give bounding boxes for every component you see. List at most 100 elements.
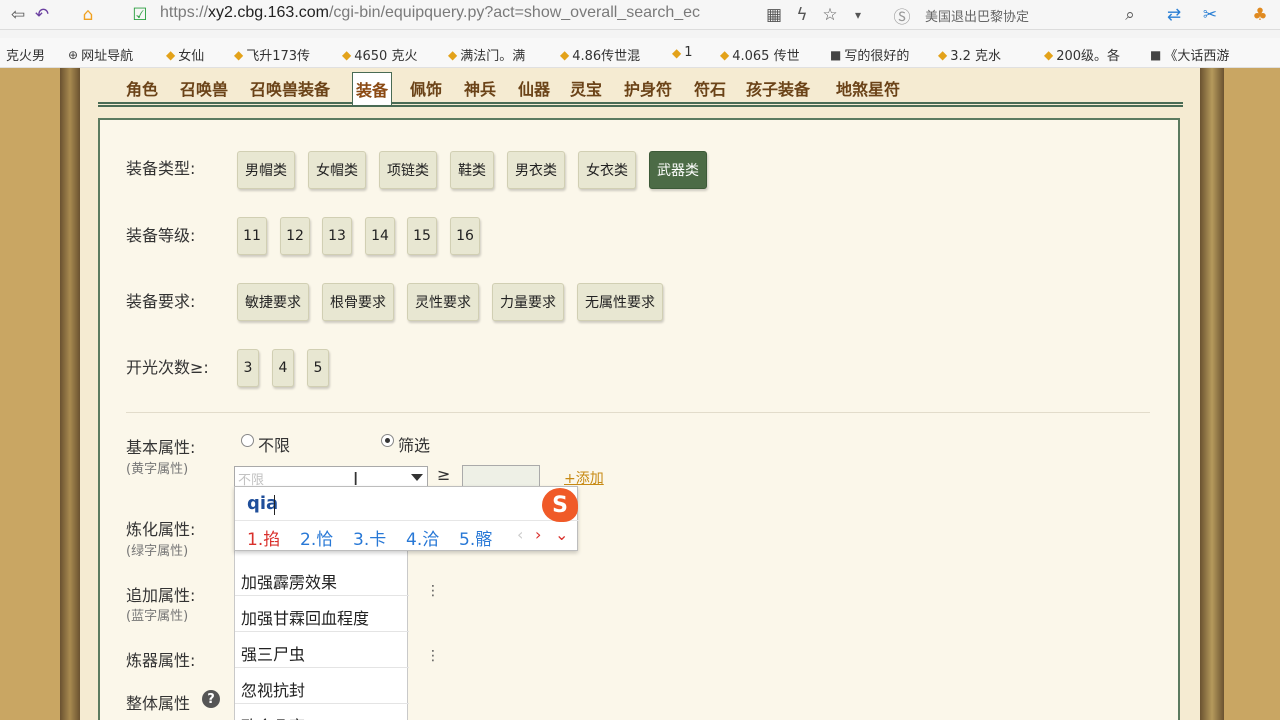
basic-attr-sub: (黄字属性) — [126, 462, 189, 477]
chevron-down-icon[interactable]: ▾ — [846, 3, 870, 27]
chevron-down-icon[interactable]: ⌄ — [555, 525, 568, 544]
bookmark-item[interactable]: ■ 《大话西游 — [1150, 45, 1229, 65]
ime-candidate[interactable]: 5.髂 — [459, 525, 492, 550]
sogou-icon: Ⓢ — [893, 7, 911, 28]
dropdown-option[interactable]: 强三尸虫 — [235, 632, 409, 668]
filter-open-5[interactable]: 5 — [307, 349, 329, 387]
tab-child-equip[interactable]: 孩子装备 — [746, 76, 810, 104]
tab-equip[interactable]: 装备 — [352, 72, 393, 105]
filter-weapon[interactable]: 武器类 — [649, 151, 707, 189]
tab-role[interactable]: 角色 — [126, 76, 158, 104]
radio-filter-label: 筛选 — [398, 436, 431, 455]
basic-attr-label: 基本属性: — [126, 438, 196, 457]
search-field[interactable]: 美国退出巴黎协定 — [925, 6, 1029, 25]
sync-icon[interactable]: ⇄ — [1162, 3, 1186, 27]
more-icon: ⋮ — [426, 648, 440, 664]
filter-agility-req[interactable]: 敏捷要求 — [237, 283, 309, 321]
chevron-left-icon[interactable]: ‹ — [517, 525, 523, 544]
dropdown-option[interactable]: 忽视抗封 — [235, 668, 409, 704]
tools-icon[interactable]: ✂ — [1198, 3, 1222, 27]
bookmark-item[interactable]: ■ 写的很好的 — [830, 45, 909, 65]
filter-level-11[interactable]: 11 — [237, 217, 267, 255]
home-icon[interactable]: ⌂ — [76, 3, 100, 27]
back-arrow-icon[interactable]: ⇦ — [6, 3, 30, 27]
bookmark-item[interactable]: ◆ 满法门。满 — [448, 45, 525, 65]
filter-necklace[interactable]: 项链类 — [379, 151, 437, 189]
search-icon[interactable]: ⌕ — [1118, 3, 1142, 27]
bookmark-item[interactable]: ◆ 3.2 克水 — [938, 45, 1001, 65]
filter-open-4[interactable]: 4 — [272, 349, 294, 387]
bookmark-icon: ◆ — [448, 47, 458, 62]
filter-spirit-req[interactable]: 灵性要求 — [407, 283, 479, 321]
text-caret — [274, 495, 275, 515]
text-cursor-icon: I — [353, 469, 359, 490]
radio-unlimited[interactable] — [241, 434, 254, 447]
open-count-label: 开光次数≥: — [126, 358, 209, 377]
browser-address-bar: ⇦ ↶ ⌂ ☑ https://xy2.cbg.163.com/cgi-bin/… — [0, 0, 1280, 30]
bookmark-item[interactable]: ◆ 4650 克火 — [342, 45, 417, 65]
radio-filter[interactable] — [381, 434, 394, 447]
help-icon[interactable]: ? — [202, 690, 220, 708]
extra-attr-label: 追加属性: — [126, 586, 196, 605]
tab-pet-equip[interactable]: 召唤兽装备 — [250, 76, 330, 104]
ime-candidate[interactable]: 1.掐 — [247, 525, 280, 550]
page-icon: ■ — [830, 47, 842, 62]
refine-attr-sub: (绿字属性) — [126, 544, 189, 559]
dropdown-option[interactable]: 加强甘霖回血程度 — [235, 596, 409, 632]
filter-constitution-req[interactable]: 根骨要求 — [322, 283, 394, 321]
tab-divine-weapon[interactable]: 神兵 — [464, 76, 496, 104]
equip-req-label: 装备要求: — [126, 292, 196, 311]
filter-female-hat[interactable]: 女帽类 — [308, 151, 366, 189]
globe-icon: ⊕ — [68, 47, 79, 62]
qr-grid-icon[interactable]: ▦ — [762, 3, 786, 27]
bookmark-item[interactable]: 克火男 — [6, 45, 45, 64]
tab-accessory[interactable]: 佩饰 — [410, 76, 442, 104]
equip-level-label: 装备等级: — [126, 226, 196, 245]
filter-male-clothes[interactable]: 男衣类 — [507, 151, 565, 189]
scroll-frame-right — [1200, 68, 1224, 720]
dropdown-option[interactable]: 加强霹雳效果 — [235, 560, 409, 596]
shield-check-icon: ☑ — [132, 5, 148, 25]
ime-candidate[interactable]: 4.洽 — [406, 525, 439, 550]
more-icon: ⋮ — [426, 583, 440, 599]
bookmark-item[interactable]: ◆ 1 — [672, 45, 693, 60]
bookmark-icon: ◆ — [672, 45, 682, 60]
bookmark-item[interactable]: ◆ 飞升173传 — [234, 45, 310, 65]
filter-level-14[interactable]: 14 — [365, 217, 395, 255]
undo-icon[interactable]: ↶ — [30, 3, 54, 27]
tab-rune-stone[interactable]: 符石 — [694, 76, 726, 104]
bookmark-item[interactable]: ◆ 200级。各 — [1044, 45, 1120, 65]
filter-level-13[interactable]: 13 — [322, 217, 352, 255]
tab-spirit-treasure[interactable]: 灵宝 — [570, 76, 602, 104]
extra-attr-sub: (蓝字属性) — [126, 609, 189, 624]
lightning-icon[interactable]: ϟ — [790, 3, 814, 27]
bookmark-item[interactable]: ◆ 女仙 — [166, 45, 204, 65]
bookmark-icon: ◆ — [342, 47, 352, 62]
filter-female-clothes[interactable]: 女衣类 — [578, 151, 636, 189]
ime-candidate[interactable]: 3.卡 — [353, 525, 386, 550]
bookmark-item[interactable]: ◆ 4.86传世混 — [560, 45, 640, 65]
tab-star-talisman[interactable]: 地煞星符 — [836, 76, 900, 104]
bookmark-item[interactable]: ◆ 4.065 传世 — [720, 45, 800, 65]
filter-level-12[interactable]: 12 — [280, 217, 310, 255]
filter-no-attr-req[interactable]: 无属性要求 — [577, 283, 663, 321]
bookmark-item[interactable]: ⊕ 网址导航 — [68, 45, 133, 65]
url-field[interactable]: https://xy2.cbg.163.com/cgi-bin/equipque… — [160, 4, 700, 22]
chevron-right-icon[interactable]: › — [535, 525, 541, 544]
filter-male-hat[interactable]: 男帽类 — [237, 151, 295, 189]
tab-immortal-tool[interactable]: 仙器 — [518, 76, 550, 104]
filter-open-3[interactable]: 3 — [237, 349, 259, 387]
filter-shoes[interactable]: 鞋类 — [450, 151, 494, 189]
filter-level-16[interactable]: 16 — [450, 217, 480, 255]
filter-level-15[interactable]: 15 — [407, 217, 437, 255]
ime-candidate[interactable]: 2.恰 — [300, 525, 333, 550]
puzzle-icon[interactable]: ♣ — [1248, 3, 1272, 27]
dropdown-option[interactable]: 致命几率 — [235, 704, 409, 720]
tab-pet[interactable]: 召唤兽 — [180, 76, 228, 104]
star-icon[interactable]: ☆ — [818, 3, 842, 27]
filter-strength-req[interactable]: 力量要求 — [492, 283, 564, 321]
attr-select[interactable]: 不限 — [234, 466, 428, 488]
sogou-ime-logo-icon: S — [542, 488, 578, 522]
add-attr-link[interactable]: +添加 — [564, 468, 604, 488]
tab-amulet[interactable]: 护身符 — [624, 76, 672, 104]
